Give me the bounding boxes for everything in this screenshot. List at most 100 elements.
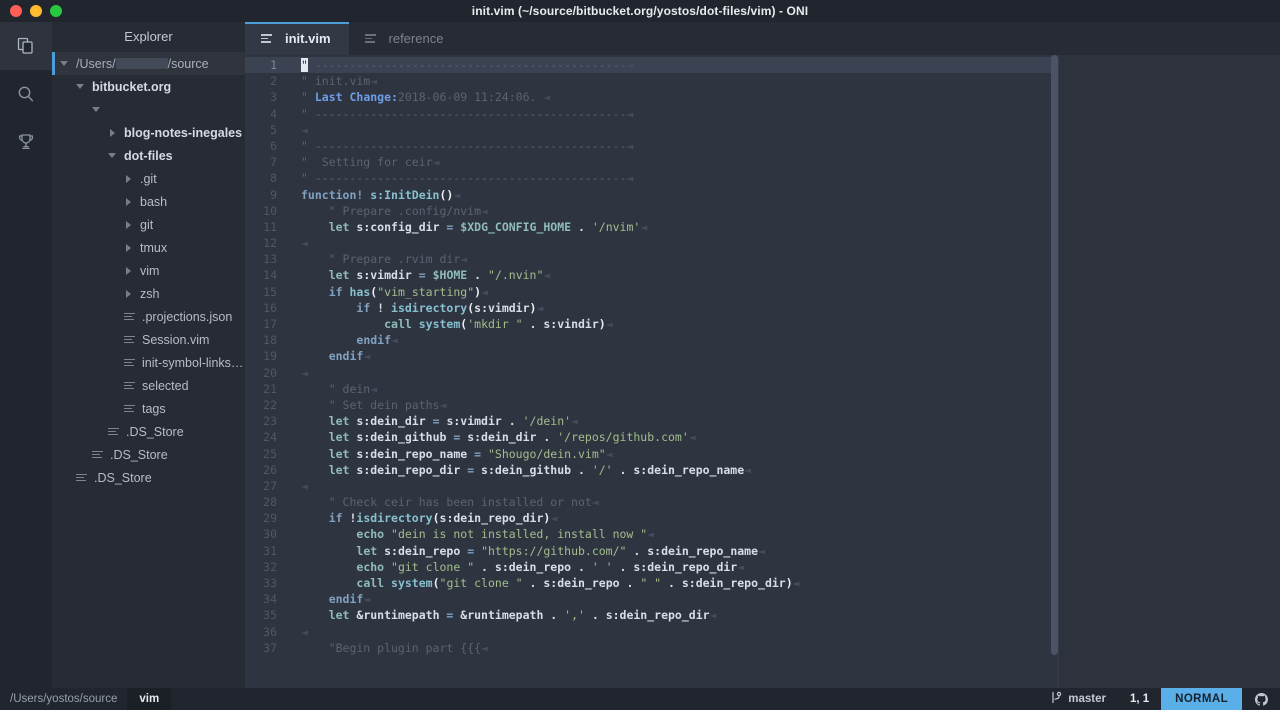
code-token: 'mkdir "	[467, 317, 522, 331]
tree-item[interactable]: dot-files	[52, 144, 245, 167]
tree-item[interactable]: init-symbol-links.sh	[52, 351, 245, 374]
maximize-window-button[interactable]	[50, 5, 62, 17]
git-branch-item[interactable]: master	[1039, 691, 1118, 707]
code-token: ◄	[433, 155, 440, 169]
tree-item[interactable]: /Users//source	[52, 52, 245, 75]
line-number: 4	[245, 106, 285, 122]
line-number: 7	[245, 154, 285, 170]
code-token: if	[329, 285, 343, 299]
tree-item[interactable]	[52, 98, 245, 121]
code-token: s:dein_dir	[349, 414, 432, 428]
tree-item[interactable]: .DS_Store	[52, 420, 245, 443]
tree-item[interactable]: .projections.json	[52, 305, 245, 328]
code-token: " Setting for ceir	[301, 155, 433, 169]
trophy-icon	[16, 132, 36, 152]
tree-item[interactable]: blog-notes-inegales	[52, 121, 245, 144]
chevron-down-icon[interactable]	[60, 59, 70, 69]
code-token: let	[329, 608, 350, 622]
chevron-right-icon[interactable]	[108, 128, 118, 138]
line-number: 18	[245, 332, 285, 348]
file-tree: /Users//sourcebitbucket.org blog-notes-in…	[52, 52, 245, 489]
redacted-username	[116, 58, 168, 69]
close-window-button[interactable]	[10, 5, 22, 17]
chevron-right-icon[interactable]	[124, 266, 134, 276]
code-token	[301, 447, 329, 461]
chevron-right-icon[interactable]	[124, 289, 134, 299]
file-icon	[124, 382, 136, 390]
code-token: ◄	[363, 349, 370, 363]
code-token: let	[329, 463, 350, 477]
tree-item[interactable]: bash	[52, 190, 245, 213]
code-text: " Prepare .rvim dir◄	[285, 251, 467, 267]
tree-item[interactable]: bitbucket.org	[52, 75, 245, 98]
scrollbar-thumb[interactable]	[1051, 55, 1058, 655]
tree-item[interactable]: git	[52, 213, 245, 236]
line-number: 30	[245, 526, 285, 542]
tree-item[interactable]: .DS_Store	[52, 443, 245, 466]
tab-reference[interactable]: reference	[349, 22, 462, 55]
tree-item[interactable]: zsh	[52, 282, 245, 305]
filetype-badge[interactable]: vim	[127, 688, 171, 710]
code-token: ◄	[793, 576, 800, 590]
code-text: " --------------------------------------…	[285, 106, 633, 122]
file-icon	[261, 34, 273, 43]
tree-item[interactable]: .git	[52, 167, 245, 190]
editor-vertical-scrollbar[interactable]	[1051, 55, 1058, 688]
code-token: endif	[329, 349, 364, 363]
line-number: 8	[245, 170, 285, 186]
tree-item[interactable]: .DS_Store	[52, 466, 245, 489]
chevron-right-icon[interactable]	[124, 174, 134, 184]
chevron-down-icon[interactable]	[108, 151, 118, 161]
tree-item-label: Session.vim	[142, 333, 209, 347]
github-icon[interactable]	[1242, 688, 1280, 710]
tree-item[interactable]: vim	[52, 259, 245, 282]
code-token	[301, 414, 329, 428]
code-token: ◄	[536, 301, 543, 315]
oni-editor-window: init.vim (~/source/bitbucket.org/yostos/…	[0, 0, 1280, 710]
editor-right-gutter	[1058, 55, 1280, 688]
code-token: call	[384, 317, 412, 331]
code-text: let s:dein_github = s:dein_dir . '/repos…	[285, 429, 696, 445]
code-token: )	[599, 317, 606, 331]
activity-achievements-button[interactable]	[0, 118, 52, 166]
tree-item-label: .DS_Store	[110, 448, 168, 462]
minimize-window-button[interactable]	[30, 5, 42, 17]
workspace-path[interactable]: /Users/yostos/source	[0, 693, 127, 705]
chevron-right-icon[interactable]	[124, 243, 134, 253]
explorer-sidebar: Explorer /Users//sourcebitbucket.orgblog…	[52, 22, 245, 688]
code-token: "git clone "	[440, 576, 523, 590]
code-token: ()	[440, 188, 454, 202]
tree-item[interactable]: selected	[52, 374, 245, 397]
chevron-down-icon[interactable]	[92, 105, 102, 115]
code-token: "Begin plugin part {{{	[301, 641, 481, 655]
code-token: =	[419, 268, 426, 282]
tree-item[interactable]: tags	[52, 397, 245, 420]
editor-area: init.vimreference 1" -------------------…	[245, 22, 1280, 688]
activity-files-button[interactable]	[0, 22, 52, 70]
code-token	[301, 560, 356, 574]
tree-item[interactable]: Session.vim	[52, 328, 245, 351]
code-token: ◄	[626, 171, 633, 185]
code-token: " --------------------------------------…	[301, 139, 626, 153]
line-number: 11	[245, 219, 285, 235]
code-token: ◄	[550, 511, 557, 525]
code-token: ◄	[592, 495, 599, 509]
code-token: echo	[356, 560, 384, 574]
chevron-down-icon[interactable]	[76, 82, 86, 92]
code-token: s:dein_github	[349, 430, 453, 444]
code-text: if has("vim_starting")◄	[285, 284, 488, 300]
code-token	[301, 463, 329, 477]
line-number: 37	[245, 640, 285, 656]
tree-item[interactable]: tmux	[52, 236, 245, 259]
line-number: 19	[245, 348, 285, 364]
chevron-right-icon[interactable]	[124, 220, 134, 230]
chevron-right-icon[interactable]	[124, 197, 134, 207]
tree-item-label: zsh	[140, 287, 159, 301]
code-text: call system("git clone " . s:dein_repo .…	[285, 575, 800, 591]
code-token	[301, 592, 329, 606]
code-token: &runtimepath .	[453, 608, 564, 622]
line-number: 31	[245, 543, 285, 559]
tab-init-vim[interactable]: init.vim	[245, 22, 349, 55]
code-token: endif	[356, 333, 391, 347]
activity-search-button[interactable]	[0, 70, 52, 118]
